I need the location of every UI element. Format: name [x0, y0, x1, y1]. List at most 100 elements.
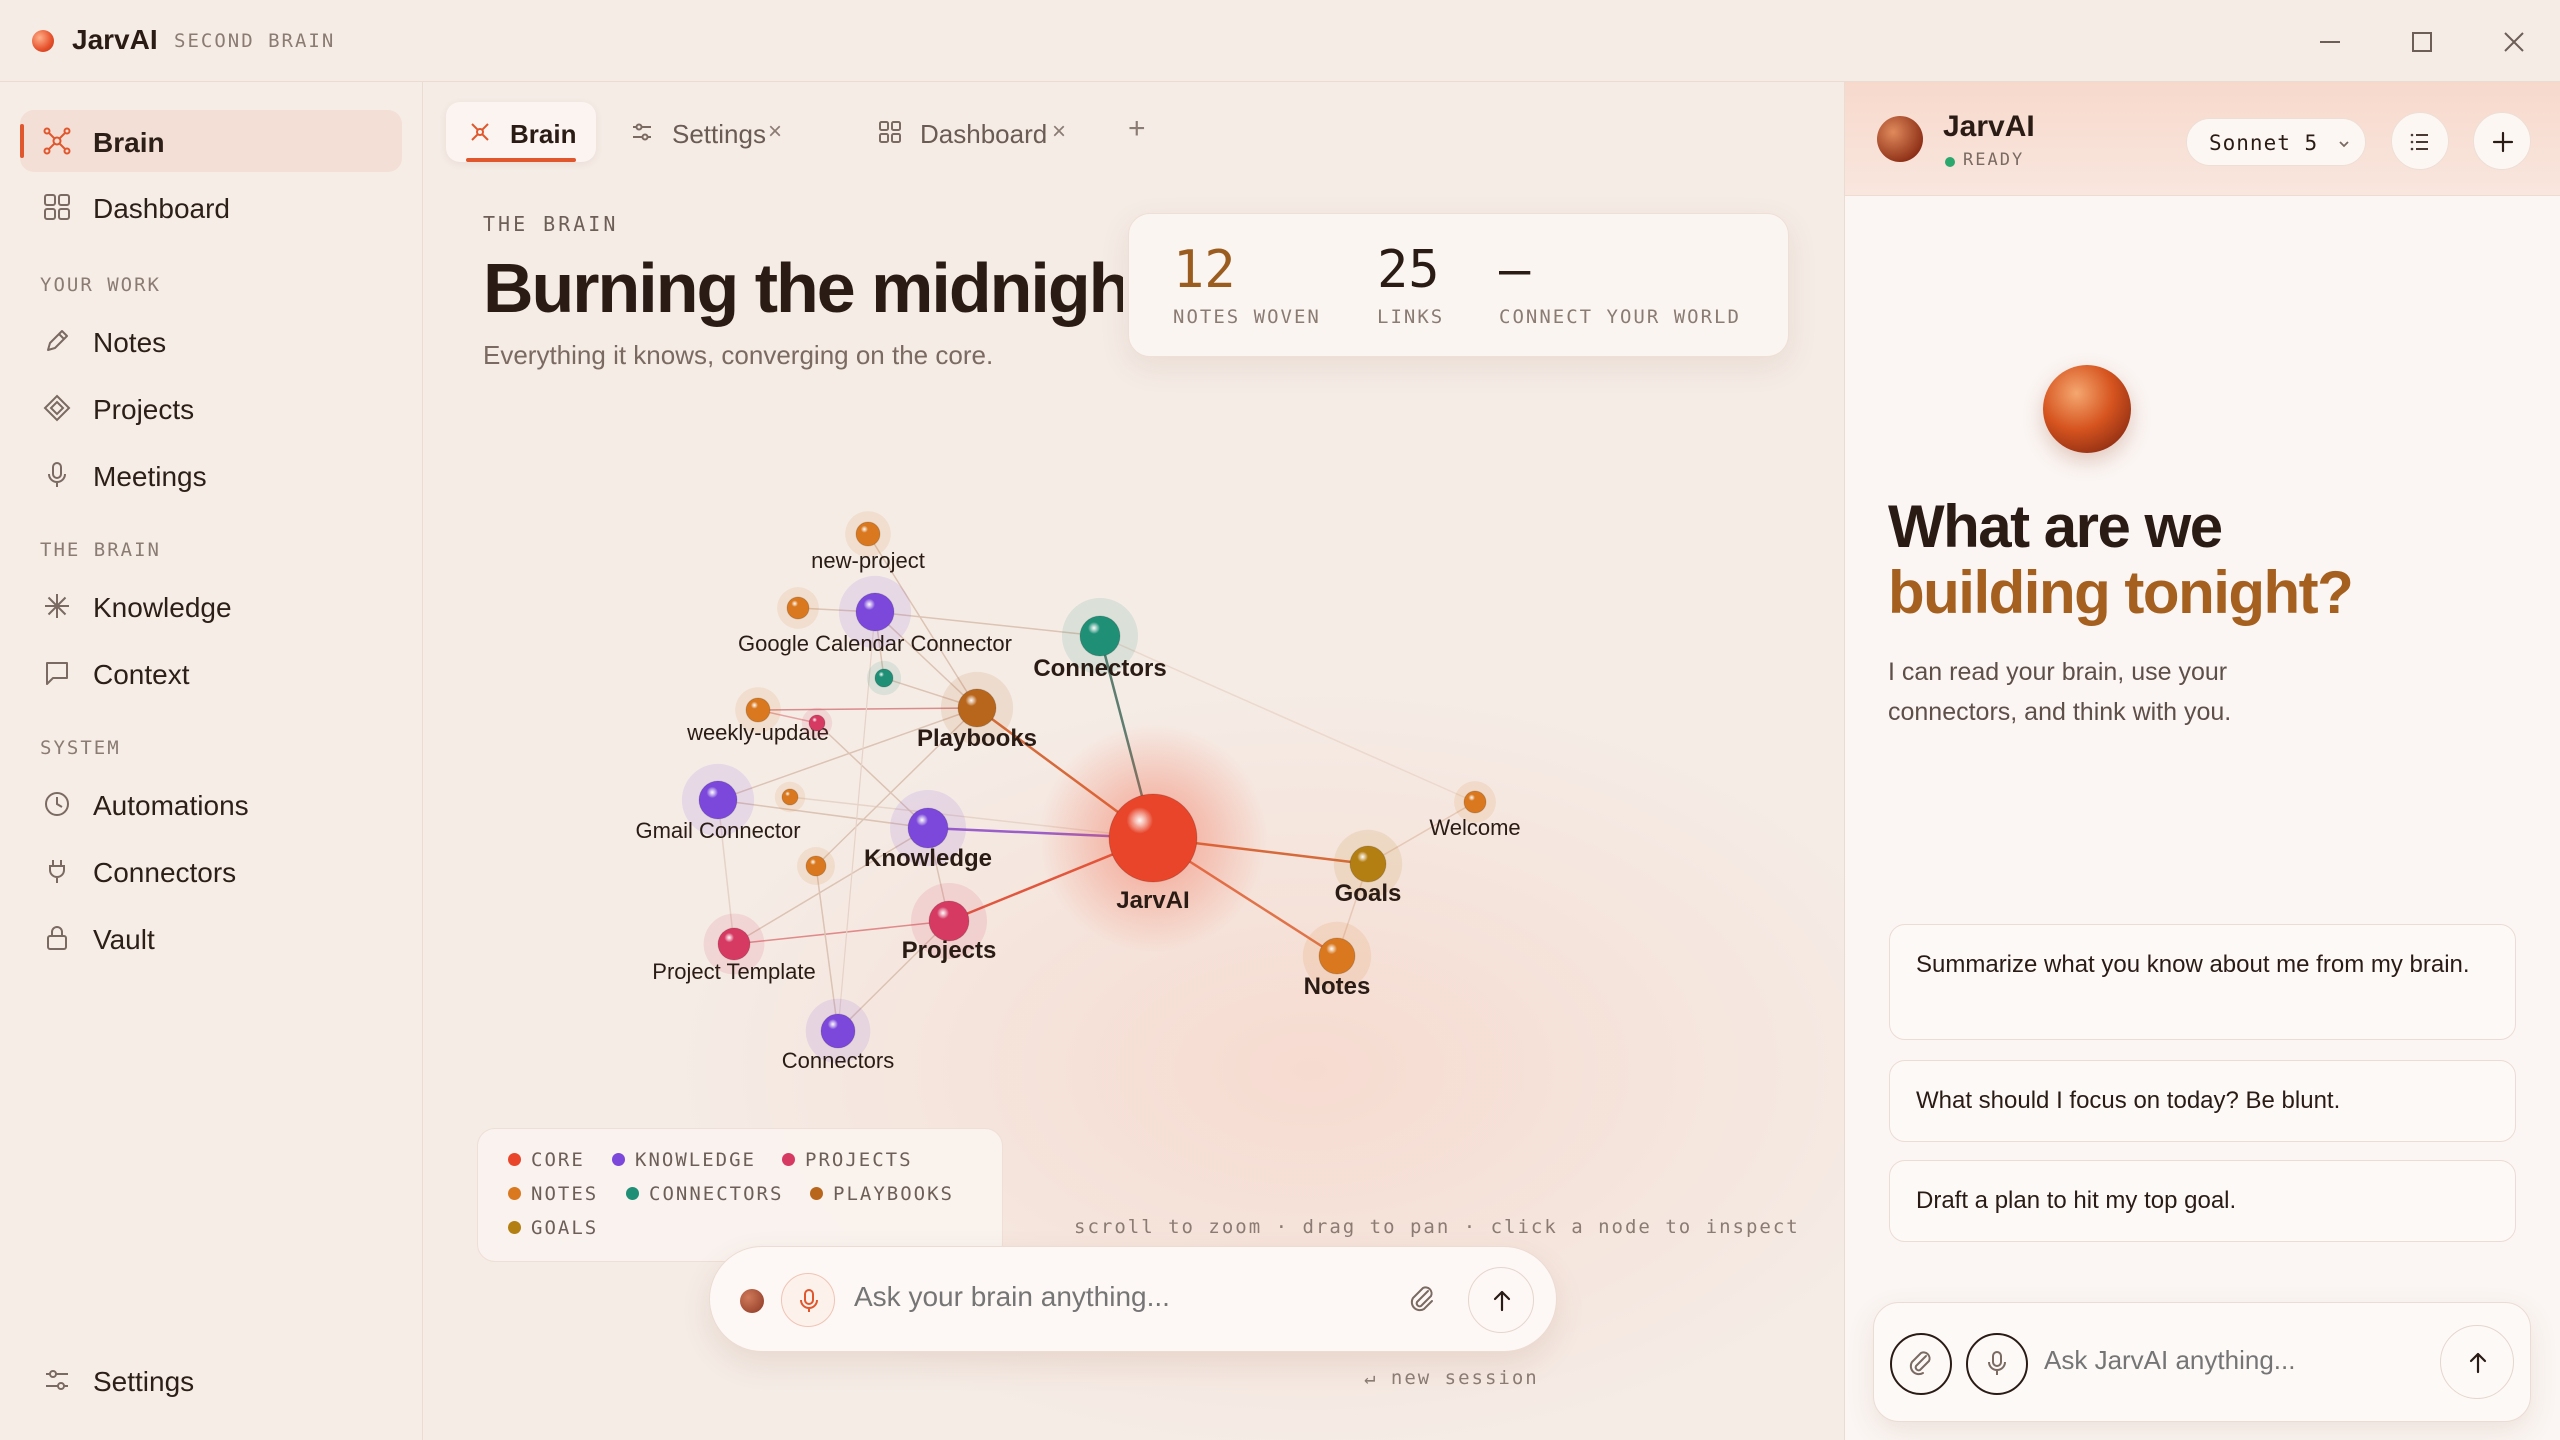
assistant-avatar	[1877, 116, 1923, 162]
tab-label: Settings	[672, 119, 766, 149]
sidebar-item-brain[interactable]: Brain	[20, 110, 402, 172]
sidebar-item-vault[interactable]: Vault	[20, 907, 402, 969]
chat-send-button[interactable]	[2440, 1325, 2514, 1399]
sidebar-item-dashboard[interactable]: Dashboard	[20, 176, 402, 238]
new-tab-button[interactable]: +	[1128, 112, 1146, 146]
suggestion-card[interactable]: What should I focus on today? Be blunt.	[1889, 1060, 2516, 1142]
graph-node-new-project[interactable]: new-project	[811, 511, 925, 573]
node-sphere	[1108, 793, 1198, 883]
title-bar: JarvAI SECOND BRAIN	[0, 0, 2560, 82]
sidebar-item-projects[interactable]: Projects	[20, 377, 402, 439]
chevron-down-icon	[2339, 141, 2349, 148]
ask-send-button[interactable]	[1468, 1267, 1534, 1333]
node-label: Goals	[1335, 880, 1402, 907]
stat-links-label: LINKS	[1377, 306, 1445, 328]
legend-label: GOALS	[531, 1217, 599, 1239]
voice-button[interactable]	[1966, 1333, 2028, 1395]
graph-node-m1[interactable]	[777, 587, 819, 629]
tab-close-button[interactable]: ×	[1052, 118, 1066, 146]
graph-node-ptemplate[interactable]: Project Template	[652, 913, 816, 984]
graph-node-m5[interactable]	[797, 847, 835, 885]
tab-dashboard[interactable]: Dashboard ×	[856, 102, 1066, 162]
arrow-up-icon	[1493, 1290, 1511, 1312]
close-icon	[2504, 32, 2524, 52]
legend-label: CONNECTORS	[649, 1183, 784, 1205]
graph-node-notes[interactable]: Notes	[1302, 921, 1372, 1000]
assistant-chat-input[interactable]	[2044, 1345, 2424, 1376]
brain-graph[interactable]: JarvAI Knowledge Projects Connectors Playboo…	[424, 400, 1844, 1120]
stat-notes-label: NOTES WOVEN	[1173, 306, 1321, 328]
node-sphere	[717, 927, 751, 961]
sidebar-item-label: Brain	[93, 127, 165, 158]
new-session-hint[interactable]: ↵ new session	[1364, 1367, 1539, 1389]
tab-brain[interactable]: Brain	[446, 102, 596, 162]
chat-square-icon	[46, 662, 68, 685]
stats-card: 12 NOTES WOVEN 25 LINKS — CONNECT YOUR W…	[1128, 213, 1789, 357]
node-label: Projects	[902, 937, 997, 964]
tab-close-button[interactable]: ×	[768, 118, 782, 146]
maximize-button[interactable]	[2402, 22, 2442, 62]
graph-node-goals[interactable]: Goals	[1333, 829, 1403, 907]
brain-status-dot	[740, 1289, 764, 1313]
node-sphere	[808, 714, 826, 732]
graph-node-connectors2[interactable]: Connectors	[782, 998, 895, 1073]
history-button[interactable]	[2391, 112, 2449, 170]
tab-settings[interactable]: Settings ×	[608, 102, 798, 162]
page-title: Burning the midnight oil	[483, 248, 1123, 338]
sidebar-item-label: Settings	[93, 1366, 195, 1397]
node-sphere	[1349, 845, 1387, 883]
graph-node-m3[interactable]	[866, 660, 902, 696]
close-window-button[interactable]	[2494, 22, 2534, 62]
model-select[interactable]: Sonnet 5	[2186, 118, 2366, 166]
node-sphere	[874, 668, 894, 688]
legend-label: PLAYBOOKS	[833, 1183, 954, 1205]
node-label: Notes	[1304, 973, 1371, 1000]
lock-icon	[47, 926, 67, 950]
section-title-your-work: YOUR WORK	[40, 274, 161, 296]
minimize-button[interactable]	[2310, 22, 2350, 62]
graph-node-projects[interactable]: Projects	[902, 883, 997, 964]
ask-mic-button[interactable]	[781, 1273, 835, 1327]
legend-item-goals: GOALS	[508, 1217, 598, 1239]
minimize-icon	[2320, 41, 2340, 43]
microphone-icon	[1988, 1351, 2006, 1375]
node-sphere	[855, 521, 881, 547]
graph-node-welcome[interactable]: Welcome	[1429, 781, 1521, 840]
graph-node-playbooks[interactable]: Playbooks	[917, 671, 1037, 752]
graph-node-m2[interactable]	[801, 707, 833, 739]
node-sphere	[855, 592, 895, 632]
node-sphere	[1463, 790, 1487, 814]
legend-dot	[612, 1153, 625, 1166]
graph-node-gmail[interactable]: Gmail Connector	[635, 763, 801, 843]
section-title-system: SYSTEM	[40, 737, 121, 759]
node-label: Connectors	[1033, 655, 1166, 682]
graph-hint: scroll to zoom · drag to pan · click a n…	[1074, 1216, 1800, 1238]
assistant-description: I can read your brain, use your connecto…	[1888, 658, 2232, 726]
sidebar-item-knowledge[interactable]: Knowledge	[20, 575, 402, 637]
sidebar-item-connectors[interactable]: Connectors	[20, 840, 402, 902]
legend-label: CORE	[531, 1149, 585, 1171]
graph-node-m4[interactable]	[774, 781, 806, 813]
new-chat-button[interactable]	[2473, 112, 2531, 170]
sidebar-item-meetings[interactable]: Meetings	[20, 444, 402, 506]
graph-node-core[interactable]: JarvAI	[1038, 723, 1268, 953]
sidebar-item-notes[interactable]: Notes	[20, 310, 402, 372]
tab-label: Dashboard	[920, 119, 1048, 149]
suggestion-card[interactable]: Summarize what you know about me from my…	[1889, 924, 2516, 1040]
sidebar-item-label: Connectors	[93, 857, 237, 888]
node-sphere	[1079, 615, 1121, 657]
paperclip-icon[interactable]	[1404, 1281, 1440, 1317]
ask-brain-input[interactable]	[854, 1281, 1374, 1313]
sidebar-item-settings[interactable]: Settings	[20, 1349, 402, 1411]
graph-node-connectors[interactable]: Connectors	[1033, 598, 1167, 682]
sidebar-item-automations[interactable]: Automations	[20, 773, 402, 835]
legend-dot	[626, 1187, 639, 1200]
legend-item-playbooks: PLAYBOOKS	[810, 1183, 954, 1205]
attach-button[interactable]	[1890, 1333, 1952, 1395]
sidebar: Brain Dashboard YOUR WORK Notes Projects…	[0, 82, 423, 1440]
suggestion-card[interactable]: Draft a plan to hit my top goal.	[1889, 1160, 2516, 1242]
active-tab-indicator	[466, 158, 576, 162]
paperclip-icon	[1909, 1351, 1931, 1376]
sidebar-item-label: Dashboard	[93, 193, 230, 224]
sidebar-item-context[interactable]: Context	[20, 642, 402, 704]
